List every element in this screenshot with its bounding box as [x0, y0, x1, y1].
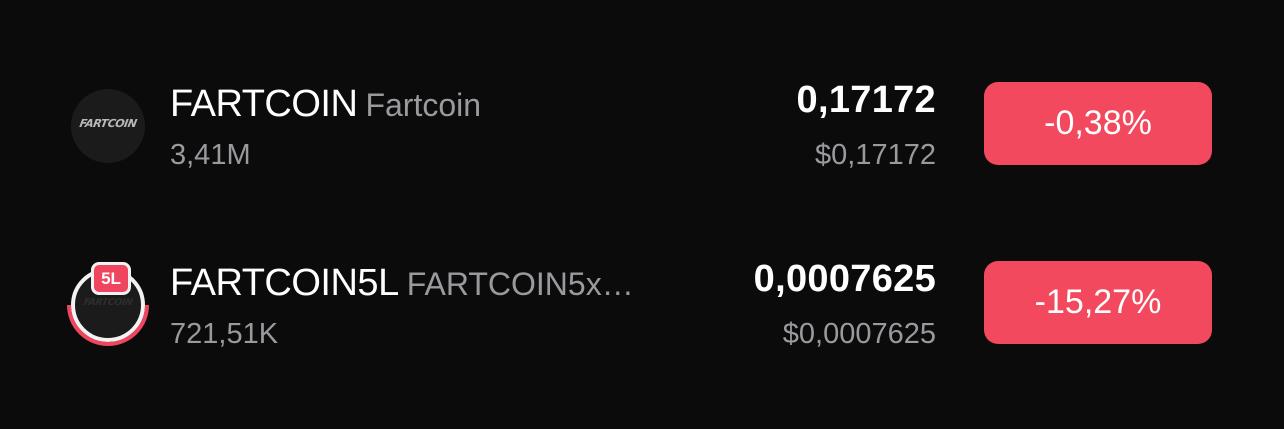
asset-price: 0,0007625 — [753, 258, 936, 300]
asset-name-line: FARTCOIN Fartcoin — [170, 83, 481, 126]
fartcoin-5l-logo-text: FARTCOIN — [82, 297, 134, 308]
fartcoin-5l-logo-icon: 5L FARTCOIN — [71, 262, 145, 342]
asset-name-line: FARTCOIN5L FARTCOIN5x… — [170, 262, 634, 305]
asset-full-name: FARTCOIN5x… — [406, 266, 634, 302]
asset-ticker: FARTCOIN5L — [170, 262, 399, 304]
leverage-badge: 5L — [91, 262, 131, 295]
market-row-fartcoin5l[interactable]: 5L FARTCOIN FARTCOIN5L FARTCOIN5x… 721,51… — [0, 234, 1284, 374]
asset-volume: 721,51K — [170, 318, 279, 350]
asset-volume: 3,41M — [170, 139, 251, 171]
asset-ticker: FARTCOIN — [170, 83, 358, 125]
market-list: FARTCOIN FARTCOIN Fartcoin 3,41M 0,17172 … — [0, 0, 1284, 429]
asset-full-name: Fartcoin — [365, 87, 482, 123]
price-change-badge[interactable]: -15,27% — [984, 261, 1212, 344]
fartcoin-logo-icon: FARTCOIN — [71, 89, 145, 163]
fartcoin-logo-text: FARTCOIN — [78, 117, 138, 130]
asset-usd-price: $0,17172 — [815, 139, 936, 171]
asset-price: 0,17172 — [796, 79, 936, 121]
price-change-badge[interactable]: -0,38% — [984, 82, 1212, 165]
asset-usd-price: $0,0007625 — [782, 318, 936, 350]
market-row-fartcoin[interactable]: FARTCOIN FARTCOIN Fartcoin 3,41M 0,17172 … — [0, 55, 1284, 195]
